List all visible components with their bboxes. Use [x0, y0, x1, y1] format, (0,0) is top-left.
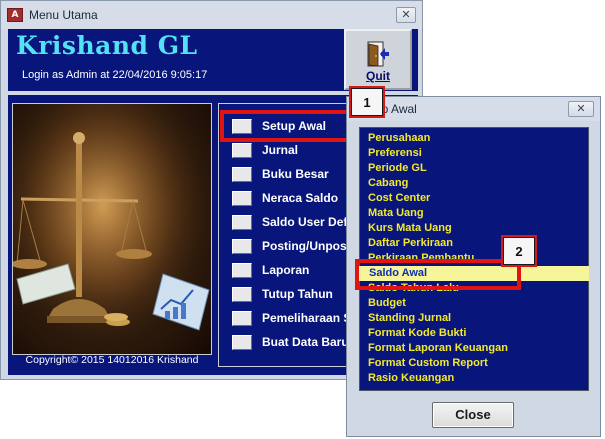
main-window-title: Menu Utama [29, 8, 98, 22]
list-item[interactable]: Format Laporan Keuangan [368, 342, 508, 354]
menu-label: Pemeliharaan S [262, 311, 352, 325]
list-item[interactable]: Cost Center [368, 192, 430, 204]
highlight-setup-awal [220, 110, 362, 142]
menu-label: Buat Data Baru [262, 335, 349, 349]
quit-button[interactable]: Quit [344, 29, 412, 90]
menu-label: Neraca Saldo [262, 191, 339, 205]
list-item[interactable]: Daftar Perkiraan [368, 237, 453, 249]
dialog-close-icon[interactable]: ✕ [568, 101, 594, 117]
quit-label: Quit [366, 69, 390, 83]
menu-label: Laporan [262, 263, 310, 277]
list-item[interactable]: Format Kode Bukti [368, 327, 466, 339]
main-titlebar: A Menu Utama ✕ [1, 1, 422, 29]
menu-button[interactable] [232, 239, 252, 254]
scales-of-justice-image [12, 103, 212, 355]
highlight-saldo-awal [355, 259, 521, 290]
menu-label: Buku Besar [262, 167, 329, 181]
access-app-icon: A [7, 8, 23, 22]
list-item[interactable]: Format Custom Report [368, 357, 488, 369]
list-item[interactable]: Perusahaan [368, 132, 430, 144]
menu-label: Jurnal [262, 143, 299, 157]
menu-button[interactable] [232, 167, 252, 182]
menu-button[interactable] [232, 335, 252, 350]
login-status: Login as Admin at 22/04/2016 9:05:17 [22, 69, 208, 81]
menu-button[interactable] [232, 191, 252, 206]
main-close-icon[interactable]: ✕ [396, 7, 416, 23]
menu-button[interactable] [232, 215, 252, 230]
menu-button[interactable] [232, 143, 252, 158]
menu-label: Saldo User Def [262, 215, 348, 229]
list-item[interactable]: Cabang [368, 177, 408, 189]
list-item[interactable]: Budget [368, 297, 406, 309]
list-item[interactable]: Periode GL [368, 162, 427, 174]
callout-badge-1: 1 [351, 88, 383, 116]
exit-door-icon [367, 41, 389, 67]
menu-label: Tutup Tahun [262, 287, 333, 301]
menu-button[interactable] [232, 311, 252, 326]
callout-badge-2: 2 [503, 237, 535, 265]
list-item[interactable]: Rasio Keuangan [368, 372, 454, 384]
app-title: Krishand GL [16, 31, 198, 60]
list-item[interactable]: Mata Uang [368, 207, 424, 219]
list-item[interactable]: Preferensi [368, 147, 422, 159]
list-item[interactable]: Kurs Mata Uang [368, 222, 452, 234]
menu-button[interactable] [232, 263, 252, 278]
menu-button[interactable] [232, 287, 252, 302]
dialog-titlebar: Setup Awal ✕ [347, 97, 600, 121]
close-button[interactable]: Close [432, 402, 514, 428]
copyright-text: Copyright© 2015 14012016 Krishand [25, 354, 199, 366]
list-item[interactable]: Standing Jurnal [368, 312, 451, 324]
